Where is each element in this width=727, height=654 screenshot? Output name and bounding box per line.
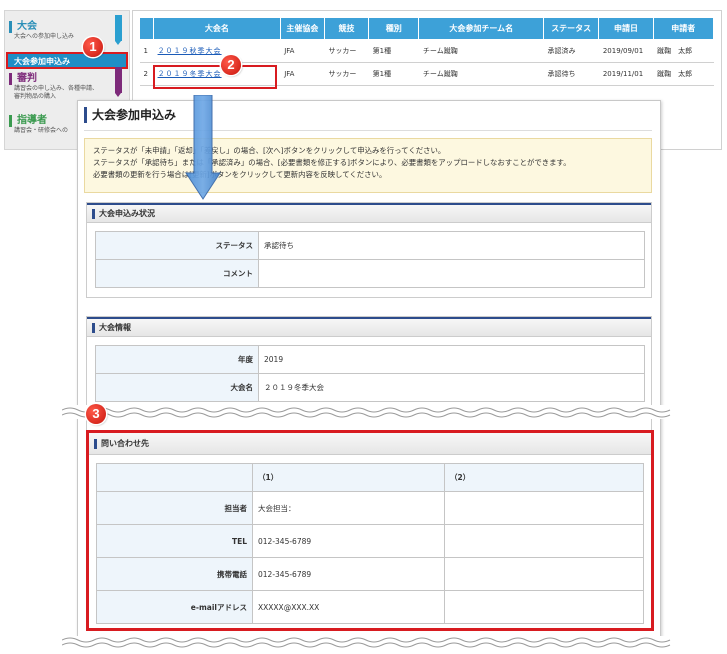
status-label: ステータス [95,231,259,260]
column-header: 大会名 [153,17,281,40]
table-corner [96,463,253,492]
tournament-info-table: 年度 2019 大会名 ２０１９冬季大会 [95,345,645,402]
column-header: 大会参加チーム名 [418,17,545,40]
organizer-cell: JFA [280,62,325,86]
contact-table: （1） （2） 担当者 大会担当： TEL 012-345-6789 携帯電話 … [96,463,644,624]
email-label: e-mailアドレス [96,590,253,624]
category-cell: 第1種 [368,39,419,63]
column-header: 競技 [323,17,370,40]
applied-date-cell: 2019/09/01 [598,39,654,63]
menu-section-desc: 講習会・研修会への [14,127,69,134]
row-number: 1 [139,39,154,63]
tournament-name-value: ２０１９冬季大会 [258,373,645,402]
contact-person-label: 担当者 [96,491,253,525]
tournament-name-label: 大会名 [95,373,259,402]
table-row: 担当者 大会担当： [96,491,644,525]
column-header: 種別 [368,17,420,40]
cut-line-top [62,405,672,419]
column-header: 申請日 [598,17,654,40]
tournament-name-cell: ２０１９秋季大会 [153,39,281,63]
menu-section-title: 大会 [9,21,74,33]
title-divider [84,130,652,131]
applicant-cell: 蹴鞠 太郎 [653,62,714,86]
page-title: 大会参加申込み [84,107,176,123]
table-header-row: （1） （2） [96,463,644,492]
table-row: コメント [95,259,645,288]
column-header: 申請者 [652,17,715,40]
table-row: 大会名 ２０１９冬季大会 [95,373,645,402]
team-name-cell: チーム蹴鞠 [418,62,544,86]
menu-section-title: 審判 [9,73,98,85]
menu-item-tournament-application[interactable]: 大会参加申込み [6,52,128,69]
callout-badge-3: 3 [86,404,106,424]
email-value-1: XXXXX@XXX.XX [252,590,445,624]
status-table: ステータス 承認待ち コメント [95,231,645,288]
section-title: 大会申込み状況 [87,203,651,223]
applicant-cell: 蹴鞠 太郎 [653,39,714,63]
column-header [138,17,155,40]
mobile-label: 携帯電話 [96,557,253,591]
section-title: 大会情報 [87,317,651,337]
category-cell: 第1種 [368,62,419,86]
mobile-value-1: 012-345-6789 [252,557,445,591]
team-name-cell: チーム蹴鞠 [418,39,544,63]
comment-label: コメント [95,259,259,288]
menu-section-referee[interactable]: 審判 講習会の申し込み、各種申請、 審判物品の購入 [9,73,98,101]
contact-section: 問い合わせ先 （1） （2） 担当者 大会担当： TEL 012-345-678… [86,430,654,631]
column-header: ステータス [543,17,600,40]
contact-column-1: （1） [252,463,445,492]
sport-cell: サッカー [324,62,369,86]
table-row: TEL 012-345-6789 [96,524,644,558]
applied-date-cell: 2019/11/01 [598,62,654,86]
tournament-link[interactable]: ２０１９秋季大会 [158,47,222,55]
callout-badge-2: 2 [221,55,241,75]
notice-line: ステータスが「承認待ち」または「承認済み」の場合、[必要書類を修正する]ボタンに… [93,158,571,167]
down-arrow-icon [185,95,221,200]
notice-line: ステータスが「未申請」「返却」「差戻し」の場合、[次へ]ボタンをクリックして申込… [93,146,446,155]
menu-ribbon-blue [115,15,122,45]
comment-value [258,259,645,288]
status-cell: 承認待ち [543,62,599,86]
table-row: 携帯電話 012-345-6789 [96,557,644,591]
contact-person-value-2 [444,491,644,525]
menu-section-tournament[interactable]: 大会 大会への参加申し込み [9,21,74,41]
menu-section-title: 指導者 [9,115,68,127]
organizer-cell: JFA [280,39,325,63]
instruction-notice: ステータスが「未申請」「返却」「差戻し」の場合、[次へ]ボタンをクリックして申込… [84,138,652,193]
email-value-2 [444,590,644,624]
tel-value-1: 012-345-6789 [252,524,445,558]
menu-section-coach[interactable]: 指導者 講習会・研修会への [9,115,68,135]
menu-ribbon-purple [115,67,122,97]
application-status-section: 大会申込み状況 ステータス 承認待ち コメント [86,202,652,298]
column-header: 主催協会 [279,17,325,40]
mobile-value-2 [444,557,644,591]
menu-section-desc: 大会への参加申し込み [14,33,75,40]
status-cell: 承認済み [543,39,599,63]
row-number: 2 [139,62,154,86]
tel-label: TEL [96,524,253,558]
table-row: e-mailアドレス XXXXX@XXX.XX [96,590,644,624]
tel-value-2 [444,524,644,558]
section-title: 問い合わせ先 [89,433,651,455]
table-header-row: 大会名 主催協会 競技 種別 大会参加チーム名 ステータス 申請日 申請者 [138,17,715,40]
cut-line-bottom [62,636,672,650]
table-row: 年度 2019 [95,345,645,374]
year-value: 2019 [258,345,645,374]
year-label: 年度 [95,345,259,374]
sport-cell: サッカー [324,39,369,63]
callout-badge-1: 1 [83,37,103,57]
selected-link-highlight [153,65,277,89]
status-value: 承認待ち [258,231,645,260]
table-row: ステータス 承認待ち [95,231,645,260]
notice-line: 必要書類の更新を行う場合は[更新]ボタンをクリックして更新内容を反映してください… [93,170,387,179]
contact-person-value-1: 大会担当： [252,491,445,525]
contact-column-2: （2） [444,463,644,492]
menu-section-desc: 講習会の申し込み、各種申請、 [14,85,99,92]
